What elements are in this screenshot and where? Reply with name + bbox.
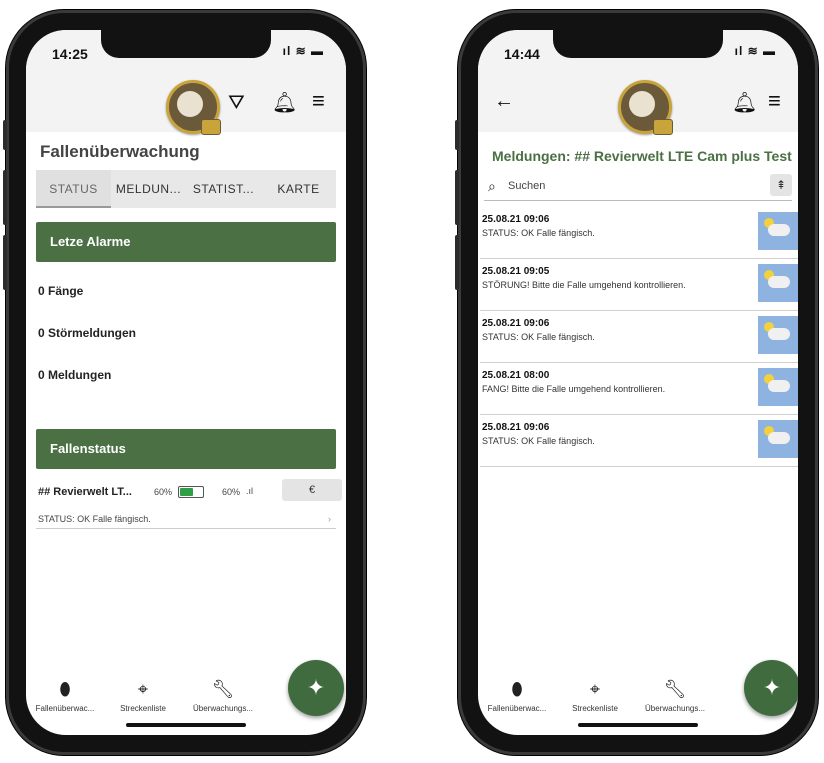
search-input[interactable]: Suchen	[508, 180, 545, 192]
trap-status-text: STATUS: OK Falle fängisch.	[38, 514, 151, 524]
menu-icon[interactable]: ≡	[312, 88, 325, 114]
weather-icon	[758, 368, 798, 406]
euro-button[interactable]: €	[282, 479, 342, 501]
weather-icon	[758, 264, 798, 302]
screen-left: 14:25 ıl ≋ ▬ ⛛ 🔔︎ ≡ Fallenüberwachung ST…	[26, 30, 346, 735]
crosshair-icon: ⌖	[137, 679, 149, 699]
page-title: Meldungen: ## Revierwelt LTE Cam plus Te…	[492, 148, 792, 164]
search-icon: ⌕	[488, 178, 496, 194]
tab-status[interactable]: STATUS	[36, 170, 111, 208]
search-bar: ⌕ Suchen ⇞	[484, 174, 792, 201]
weather-icon	[758, 420, 798, 458]
battery-percent: 60%	[154, 487, 173, 497]
list-item[interactable]: 25.08.21 09:06 STATUS: OK Falle fängisch…	[480, 310, 798, 363]
weather-icon	[758, 212, 798, 250]
list-item[interactable]: 25.08.21 09:06 STATUS: OK Falle fängisch…	[480, 206, 798, 259]
nav-streckenliste[interactable]: ⌖ Streckenliste	[108, 679, 178, 713]
page-title: Fallenüberwachung	[40, 142, 200, 161]
nav-streckenliste[interactable]: ⌖ Streckenliste	[560, 679, 630, 713]
crosshair-icon: ⌖	[589, 679, 601, 699]
home-indicator	[126, 723, 246, 727]
count-faults: 0 Störmeldungen	[38, 326, 137, 340]
tab-karte[interactable]: KARTE	[261, 170, 336, 208]
sort-button[interactable]: ⇞	[770, 174, 792, 196]
tab-statistik[interactable]: STATIST...	[186, 170, 261, 208]
wrench-icon: 🔧︎	[211, 679, 235, 699]
list-item[interactable]: 25.08.21 09:06 STATUS: OK Falle fängisch…	[480, 414, 798, 467]
phone-frame-left: 14:25 ıl ≋ ▬ ⛛ 🔔︎ ≡ Fallenüberwachung ST…	[3, 10, 366, 755]
tab-bar: STATUS MELDUN... STATIST... KARTE	[36, 170, 336, 208]
signal-percent: 60%	[222, 487, 241, 497]
tab-meldungen[interactable]: MELDUN...	[111, 170, 186, 208]
bell-icon[interactable]: 🔔︎	[732, 90, 757, 115]
signal-wifi-battery-icon: ıl ≋ ▬	[282, 44, 324, 58]
nav-ueberwachung[interactable]: 🔧︎ Überwachungs...	[186, 679, 260, 713]
wrench-icon: 🔧︎	[663, 679, 687, 699]
nav-fallenueberwachung[interactable]: ⬮ Fallenüberwac...	[30, 679, 100, 713]
app-logo[interactable]	[166, 80, 221, 135]
trap-name: ## Revierwelt LT...	[38, 486, 132, 498]
shield-icon: ⬮	[511, 679, 523, 699]
menu-icon[interactable]: ≡	[768, 88, 781, 114]
home-indicator	[578, 723, 698, 727]
battery-icon	[178, 486, 204, 498]
weather-icon	[758, 316, 798, 354]
shield-icon: ⬮	[59, 679, 71, 699]
phone-frame-right: 14:44 ıl ≋ ▬ ← 🔔︎ ≡ Meldungen: ## Revier…	[455, 10, 818, 755]
clock: 14:44	[504, 46, 540, 62]
list-item[interactable]: 25.08.21 09:05 STÖRUNG! Bitte die Falle …	[480, 258, 798, 311]
fab-logo-button[interactable]: ✦	[288, 660, 344, 716]
list-item[interactable]: 25.08.21 08:00 FANG! Bitte die Falle umg…	[480, 362, 798, 415]
app-bar: ← 🔔︎ ≡	[478, 76, 798, 135]
app-logo[interactable]	[618, 80, 673, 135]
count-catches: 0 Fänge	[38, 284, 84, 298]
bell-icon[interactable]: 🔔︎	[272, 90, 297, 115]
count-messages: 0 Meldungen	[38, 368, 112, 382]
filter-icon[interactable]: ⛛	[228, 92, 245, 115]
nav-ueberwachung[interactable]: 🔧︎ Überwachungs...	[638, 679, 712, 713]
signal-wifi-battery-icon: ıl ≋ ▬	[734, 44, 776, 58]
clock: 14:25	[52, 46, 88, 62]
fab-logo-button[interactable]: ✦	[744, 660, 798, 716]
app-bar: ⛛ 🔔︎ ≡	[26, 76, 346, 135]
chevron-right-icon: ›	[328, 514, 331, 524]
section-header-alarms: Letze Alarme	[36, 222, 336, 262]
screen-right: 14:44 ıl ≋ ▬ ← 🔔︎ ≡ Meldungen: ## Revier…	[478, 30, 798, 735]
section-header-trap-status: Fallenstatus	[36, 429, 336, 469]
back-arrow-icon[interactable]: ←	[494, 90, 514, 113]
signal-icon: .ıl	[246, 486, 254, 496]
nav-fallenueberwachung[interactable]: ⬮ Fallenüberwac...	[482, 679, 552, 713]
